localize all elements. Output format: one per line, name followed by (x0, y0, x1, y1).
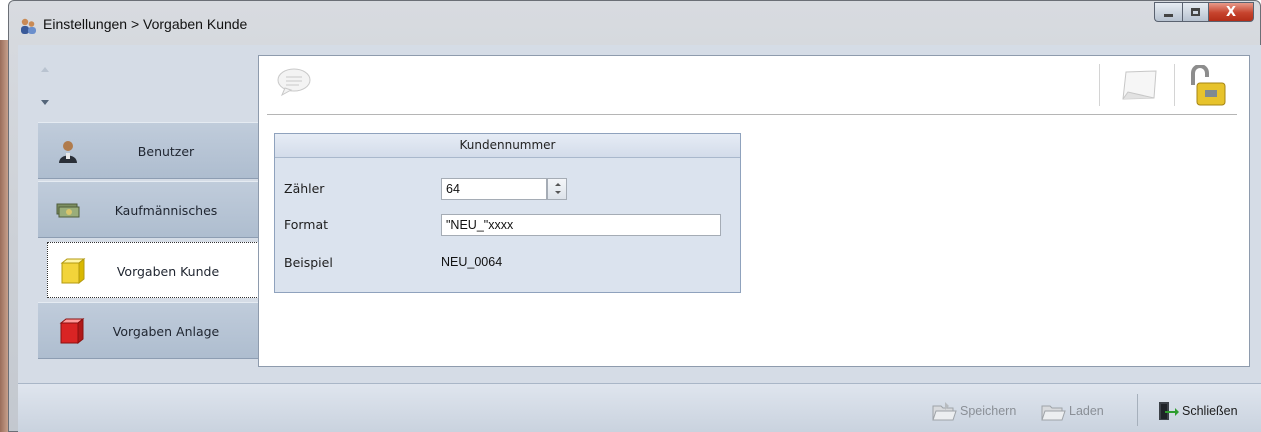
counter-label: Zähler (284, 181, 325, 196)
settings-window: Einstellungen > Vorgaben Kunde X Benutze… (8, 0, 1261, 432)
maximize-button[interactable] (1182, 2, 1208, 22)
comment-bubble-icon[interactable] (275, 67, 313, 97)
example-value: NEU_0064 (441, 255, 503, 269)
window-controls: X (1154, 2, 1254, 22)
close-window-button[interactable]: X (1208, 2, 1254, 22)
nav-item-label: Vorgaben Anlage (112, 324, 220, 339)
nav-item-benutzer[interactable]: Benutzer (38, 122, 258, 179)
save-button-label: Speichern (960, 404, 1017, 418)
content-panel: Kundennummer Zähler 64 Format "NEU_"xxxx… (258, 55, 1250, 367)
counter-spinner[interactable] (547, 178, 567, 200)
exit-door-icon (1159, 402, 1179, 420)
minimize-button[interactable] (1154, 2, 1182, 22)
kundennummer-group: Kundennummer Zähler 64 Format "NEU_"xxxx… (274, 133, 741, 293)
client-area: Benutzer Kaufmännisches Vorgaben Kunde V… (18, 45, 1261, 432)
group-title: Kundennummer (275, 134, 740, 158)
example-label: Beispiel (284, 255, 333, 270)
status-bar: Speichern Laden Schließen (18, 383, 1261, 432)
window-border-left (0, 40, 8, 432)
navigation-pane: Benutzer Kaufmännisches Vorgaben Kunde V… (18, 55, 259, 385)
window-title: Einstellungen > Vorgaben Kunde (43, 16, 248, 32)
minimize-icon (1164, 13, 1173, 17)
nav-scroll-down-icon[interactable] (41, 100, 49, 105)
format-label: Format (284, 217, 329, 232)
counter-input[interactable]: 64 (441, 178, 547, 200)
note-icon[interactable] (1120, 68, 1160, 102)
nav-item-kaufmaennisches[interactable]: Kaufmännisches (38, 181, 258, 238)
toolbar-divider (267, 114, 1237, 115)
nav-item-vorgaben-anlage[interactable]: Vorgaben Anlage (38, 302, 258, 359)
nav-item-label: Vorgaben Kunde (116, 264, 220, 279)
title-bar[interactable]: Einstellungen > Vorgaben Kunde X (9, 1, 1260, 45)
nav-item-vorgaben-kunde[interactable]: Vorgaben Kunde (47, 242, 259, 298)
unlocked-padlock-icon[interactable] (1187, 65, 1227, 107)
close-button[interactable]: Schließen (1155, 398, 1238, 424)
load-button-label: Laden (1069, 404, 1104, 418)
maximize-icon (1191, 8, 1200, 16)
toolbar-separator (1099, 64, 1100, 106)
nav-scroll-up-icon[interactable] (41, 67, 49, 72)
toolbar-separator (1174, 64, 1175, 106)
format-input[interactable]: "NEU_"xxxx (441, 214, 721, 236)
save-folder-icon (932, 402, 957, 421)
spin-up-icon[interactable] (555, 183, 561, 186)
open-folder-icon (1041, 405, 1066, 421)
spin-down-icon[interactable] (555, 191, 561, 194)
save-button[interactable]: Speichern (931, 398, 1016, 424)
close-button-label: Schließen (1182, 404, 1238, 418)
load-button[interactable]: Laden (1040, 398, 1104, 424)
nav-item-label: Kaufmännisches (114, 203, 218, 218)
app-users-icon (21, 18, 36, 34)
nav-item-label: Benutzer (137, 144, 195, 159)
statusbar-separator (1137, 394, 1138, 426)
close-icon: X (1225, 4, 1237, 20)
